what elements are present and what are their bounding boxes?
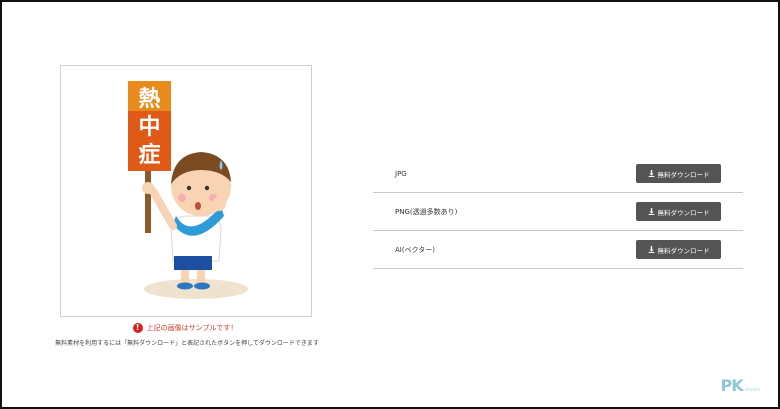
watermark-text: PK bbox=[720, 376, 744, 395]
download-button-png[interactable]: 無料ダウンロード bbox=[636, 202, 721, 221]
download-list: JPG 無料ダウンロード PNG(透過多数あり) 無料ダウンロード AI(ベクタ… bbox=[373, 155, 743, 269]
download-button-label: 無料ダウンロード bbox=[657, 246, 710, 255]
download-instructions: 無料素材を利用するには「無料ダウンロード」と表記されたボタンを押してダウンロード… bbox=[55, 340, 319, 347]
sample-image-preview: 熱 中 症 bbox=[60, 65, 312, 317]
format-label: JPG bbox=[395, 169, 407, 178]
download-button-label: 無料ダウンロード bbox=[657, 170, 710, 179]
download-row-jpg: JPG 無料ダウンロード bbox=[373, 155, 743, 193]
sign-char-2: 中 bbox=[138, 115, 160, 140]
download-icon bbox=[648, 208, 655, 215]
download-icon bbox=[648, 246, 655, 253]
sample-notice: ! 上記の画像はサンプルです！ bbox=[60, 323, 310, 333]
download-button-label: 無料ダウンロード bbox=[657, 208, 710, 217]
format-label: AI(ベクター) bbox=[395, 245, 436, 254]
sign-char-3: 症 bbox=[138, 142, 160, 168]
format-label: PNG(透過多数あり) bbox=[395, 207, 458, 216]
download-row-ai: AI(ベクター) 無料ダウンロード bbox=[373, 231, 743, 269]
download-button-jpg[interactable]: 無料ダウンロード bbox=[636, 164, 721, 183]
sign-char-1: 熱 bbox=[138, 86, 160, 112]
download-icon bbox=[648, 170, 655, 177]
download-button-ai[interactable]: 無料ダウンロード bbox=[636, 240, 721, 259]
heatstroke-illustration: 熱 中 症 bbox=[128, 81, 248, 299]
watermark-logo: PK studio bbox=[721, 376, 760, 395]
download-row-png: PNG(透過多数あり) 無料ダウンロード bbox=[373, 193, 743, 231]
watermark-subtext: studio bbox=[744, 387, 760, 393]
exclamation-icon: ! bbox=[132, 323, 143, 333]
notice-text: 上記の画像はサンプルです！ bbox=[146, 324, 238, 332]
